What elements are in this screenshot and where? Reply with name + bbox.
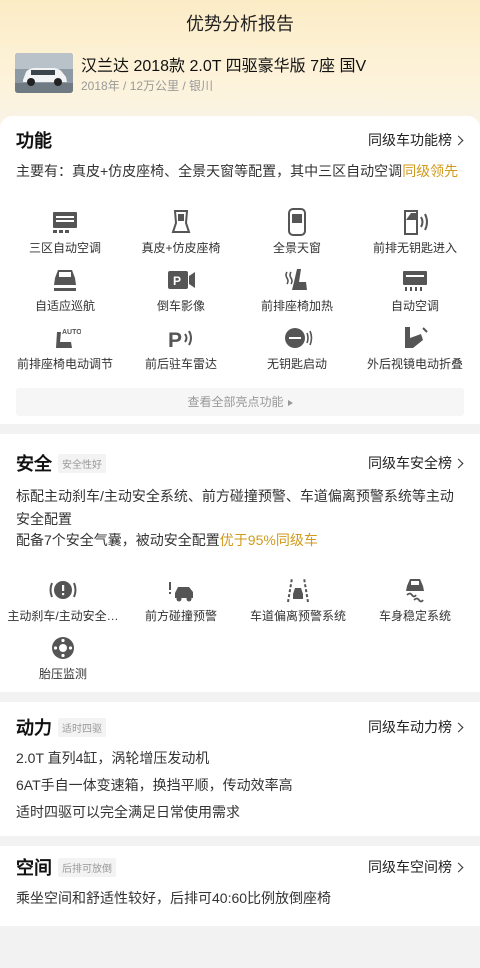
car-meta: 2018年 / 12万公里 / 银川 <box>81 79 214 93</box>
parking-radar-icon: P <box>165 324 197 352</box>
function-rank-label: 同级车功能榜 <box>368 132 452 148</box>
feature-item: P 前后驻车雷达 <box>121 324 241 372</box>
ac-zone-icon <box>49 208 81 236</box>
feature-item: 前排座椅加热 <box>237 266 357 314</box>
chevron-right-icon <box>453 135 464 146</box>
feature-label: 无钥匙启动 <box>266 357 327 371</box>
feature-item: P 倒车影像 <box>121 266 241 314</box>
power-line-drive: 适时四驱可以完全满足日常使用需求 <box>16 804 240 820</box>
safety-item: 前方碰撞预警 <box>121 576 241 624</box>
keyless-start-icon <box>281 324 313 352</box>
safety-item: 胎压监测 <box>3 634 123 682</box>
seat-heating-icon <box>281 266 313 294</box>
safety-label: 车身稳定系统 <box>378 609 451 623</box>
feature-label: 真皮+仿皮座椅 <box>141 241 221 255</box>
feature-label: 倒车影像 <box>156 299 205 313</box>
mirror-fold-icon <box>399 324 431 352</box>
safety-label: 胎压监测 <box>38 667 87 681</box>
feature-item: 外后视镜电动折叠 <box>355 324 475 372</box>
safety-label: 主动刹车/主动安全… <box>7 609 119 623</box>
feature-item: 全景天窗 <box>237 208 357 256</box>
safety-desc-passive: 配备7个安全气囊，被动安全配置优于95%同级车 <box>16 529 466 552</box>
feature-label: 前排无钥匙进入 <box>372 241 457 255</box>
space-rank-label: 同级车空间榜 <box>368 859 452 875</box>
safety-desc-passive-highlight: 优于95%同级车 <box>219 532 318 548</box>
rear-camera-icon: P <box>165 266 197 294</box>
safety-desc-active: 标配主动刹车/主动安全系统、前方碰撞预警、车道偏离预警系统等主动安全配置 <box>16 488 454 527</box>
safety-section: 安全 安全性好 同级车安全榜 标配主动刹车/主动安全系统、前方碰撞预警、车道偏离… <box>0 434 480 692</box>
keyless-entry-icon <box>399 208 431 236</box>
view-all-features-button[interactable]: 查看全部亮点功能 <box>16 388 464 416</box>
space-tag: 后排可放倒 <box>58 858 116 877</box>
function-section: 功能 同级车功能榜 主要有：真皮+仿皮座椅、全景天窗等配置，其中三区自动空调同级… <box>0 116 480 424</box>
power-rank-label: 同级车动力榜 <box>368 719 452 735</box>
function-summary: 主要有：真皮+仿皮座椅、全景天窗等配置，其中三区自动空调同级领先 <box>16 160 466 183</box>
adaptive-cruise-icon <box>49 266 81 294</box>
seat-icon <box>165 208 197 236</box>
feature-label: 前排座椅加热 <box>260 299 333 313</box>
safety-item: 主动刹车/主动安全… <box>3 576 123 624</box>
stability-control-icon <box>399 576 431 604</box>
power-rank-link[interactable]: 同级车动力榜 <box>368 717 464 737</box>
svg-text:AUTO: AUTO <box>62 329 81 336</box>
feature-label: 三区自动空调 <box>28 241 101 255</box>
safety-label: 前方碰撞预警 <box>144 609 217 623</box>
safety-title: 安全 <box>16 454 52 474</box>
tire-pressure-icon <box>47 634 79 662</box>
safety-tag: 安全性好 <box>58 454 106 473</box>
safety-item: 车道偏离预警系统 <box>238 576 358 624</box>
safety-desc-passive-text: 配备7个安全气囊，被动安全配置 <box>16 532 220 548</box>
safety-item: 车身稳定系统 <box>355 576 475 624</box>
feature-item: 三区自动空调 <box>5 208 125 256</box>
power-line-transmission: 6AT手自一体变速箱，换挡平顺，传动效率高 <box>16 777 293 793</box>
feature-item: 前排无钥匙进入 <box>355 208 475 256</box>
function-title: 功能 <box>16 131 52 151</box>
feature-label: 外后视镜电动折叠 <box>366 357 463 371</box>
chevron-right-icon <box>453 458 464 469</box>
feature-item: 无钥匙启动 <box>237 324 357 372</box>
feature-label: 前后驻车雷达 <box>144 357 217 371</box>
function-summary-text: 主要有：真皮+仿皮座椅、全景天窗等配置，其中三区自动空调 <box>16 163 403 179</box>
feature-item: 真皮+仿皮座椅 <box>121 208 241 256</box>
feature-item: 自动空调 <box>355 266 475 314</box>
function-summary-highlight: 同级领先 <box>402 163 459 179</box>
space-section: 空间 后排可放倒 同级车空间榜 乘坐空间和舒适性较好，后排可40:60比例放倒座… <box>0 846 480 926</box>
svg-text:P: P <box>168 329 182 352</box>
space-desc: 乘坐空间和舒适性较好，后排可40:60比例放倒座椅 <box>16 890 332 906</box>
safety-rank-label: 同级车安全榜 <box>368 455 452 471</box>
chevron-right-icon <box>453 722 464 733</box>
safety-rank-link[interactable]: 同级车安全榜 <box>368 453 464 473</box>
power-seat-icon: AUTO <box>49 324 82 352</box>
power-line-engine: 2.0T 直列4缸，涡轮增压发动机 <box>16 750 210 766</box>
feature-label: 自适应巡航 <box>34 299 95 313</box>
space-title: 空间 <box>16 858 52 878</box>
feature-item: AUTO 前排座椅电动调节 <box>5 324 125 372</box>
active-brake-icon <box>47 576 79 604</box>
power-title: 动力 <box>16 718 52 738</box>
power-tag: 适时四驱 <box>58 718 106 737</box>
car-name: 汉兰达 2018款 2.0T 四驱豪华版 7座 国V <box>81 58 367 75</box>
svg-text:P: P <box>173 274 181 288</box>
view-all-features-label: 查看全部亮点功能 <box>187 395 284 409</box>
feature-label: 全景天窗 <box>272 241 321 255</box>
caret-right-icon <box>287 399 293 406</box>
page-title: 优势分析报告 <box>186 14 294 34</box>
function-rank-link[interactable]: 同级车功能榜 <box>368 130 464 150</box>
space-rank-link[interactable]: 同级车空间榜 <box>368 857 464 877</box>
sunroof-icon <box>281 208 313 236</box>
feature-label: 前排座椅电动调节 <box>16 357 113 371</box>
auto-ac-icon <box>399 266 431 294</box>
feature-item: 自适应巡航 <box>5 266 125 314</box>
lane-departure-icon <box>282 576 314 604</box>
feature-label: 自动空调 <box>390 299 439 313</box>
collision-warning-icon <box>165 576 197 604</box>
safety-label: 车道偏离预警系统 <box>249 609 346 623</box>
power-section: 动力 适时四驱 同级车动力榜 2.0T 直列4缸，涡轮增压发动机 6AT手自一体… <box>0 702 480 836</box>
car-thumbnail[interactable] <box>15 53 73 93</box>
chevron-right-icon <box>453 862 464 873</box>
